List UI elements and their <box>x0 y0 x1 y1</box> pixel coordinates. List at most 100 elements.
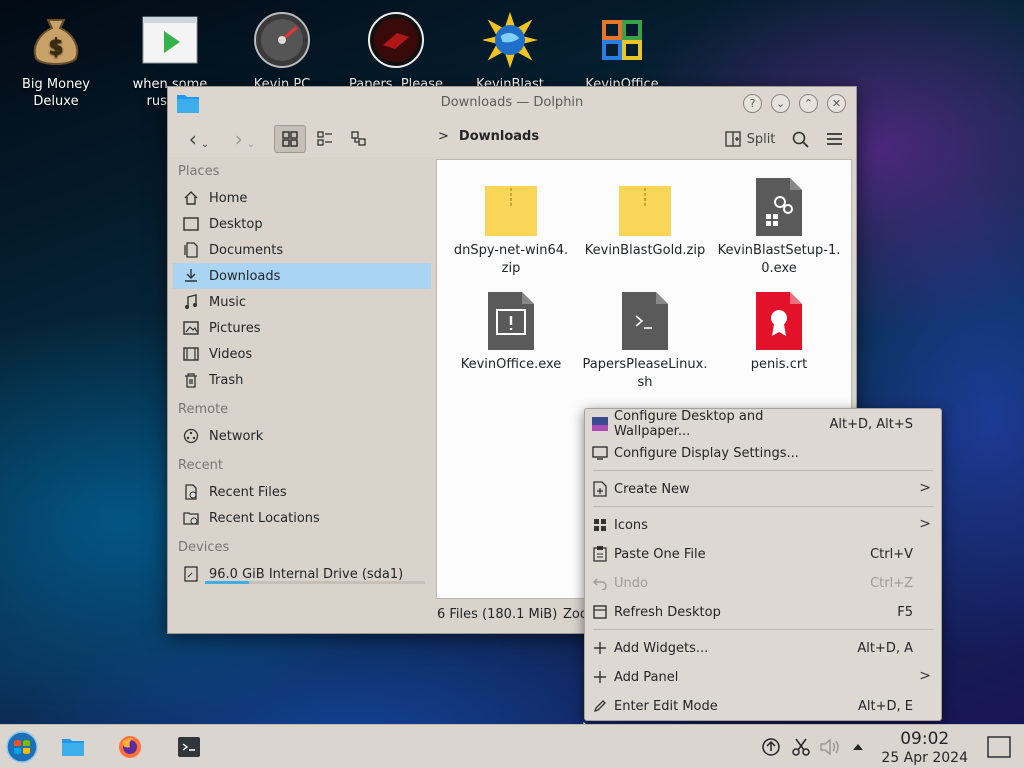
forward-arrow-icon: › <box>234 127 243 151</box>
menu-item-label: Paste One File <box>614 546 706 562</box>
start-menu-button[interactable] <box>6 731 38 763</box>
desktop-icon-kevinoffice[interactable]: KevinOffice <box>574 10 670 93</box>
file-name: KevinOffice.exe <box>460 357 562 372</box>
sidebar-item-trash[interactable]: Trash <box>173 367 431 393</box>
split-view-icon <box>724 131 741 147</box>
submenu-arrow-icon: > <box>919 668 931 684</box>
search-icon <box>792 131 809 148</box>
search-button[interactable] <box>786 125 814 153</box>
show-desktop-button[interactable] <box>984 732 1014 762</box>
close-button[interactable]: ✕ <box>827 94 846 113</box>
sidebar-item-label: Pictures <box>209 320 261 336</box>
chevron-down-icon: ⌄ <box>775 97 786 110</box>
tray-updates[interactable] <box>756 732 786 762</box>
music-icon <box>181 293 201 311</box>
new-document-icon <box>592 481 608 497</box>
window-titlebar[interactable]: Downloads — Dolphin ? ⌄ ⌃ ✕ <box>168 87 856 119</box>
taskbar-firefox[interactable] <box>115 732 145 762</box>
menu-item-shortcut: Ctrl+V <box>870 546 913 562</box>
sidebar-item-pictures[interactable]: Pictures <box>173 315 431 341</box>
minimize-button[interactable]: ⌄ <box>771 94 790 113</box>
pencil-icon <box>592 699 608 713</box>
hamburger-menu-button[interactable] <box>820 125 848 153</box>
sidebar-item-recent-locations[interactable]: Recent Locations <box>173 505 431 531</box>
details-view-button[interactable] <box>344 125 374 153</box>
compact-view-button[interactable] <box>310 125 340 153</box>
scissors-icon <box>792 738 810 756</box>
split-button[interactable]: Split <box>720 125 780 153</box>
file-item[interactable]: KevinBlastSetup-1. 0.exe <box>711 172 847 278</box>
forward-button[interactable]: › ⌄ <box>226 125 264 153</box>
menu-separator <box>593 470 933 471</box>
sidebar-item-label: Recent Files <box>209 484 287 500</box>
taskbar-terminal[interactable] <box>174 732 204 762</box>
sidebar-item-label: Desktop <box>209 216 263 232</box>
file-item[interactable]: KevinOffice.exe <box>443 286 579 374</box>
tray-volume[interactable] <box>815 732 845 762</box>
digital-clock[interactable]: 09:02 25 Apr 2024 <box>881 730 968 767</box>
back-button[interactable]: ‹ ⌄ <box>180 125 218 153</box>
file-item[interactable]: PapersPleaseLinux. sh <box>577 286 713 392</box>
home-icon <box>181 189 201 207</box>
file-item[interactable]: KevinBlastGold.zip <box>577 180 713 260</box>
compact-view-icon <box>317 131 332 146</box>
menu-item-configure-desktop[interactable]: Configure Desktop and Wallpaper... Alt+D… <box>585 409 941 439</box>
menu-item-undo[interactable]: Undo Ctrl+Z <box>585 569 941 597</box>
sidebar-item-home[interactable]: Home <box>173 185 431 211</box>
icons-view-button[interactable] <box>274 125 306 153</box>
sidebar-item-label: Home <box>209 190 248 206</box>
sidebar-item-recent-files[interactable]: Recent Files <box>173 479 431 505</box>
menu-item-label: Create New <box>614 481 690 497</box>
submenu-arrow-icon: > <box>919 480 931 496</box>
sidebar-item-music[interactable]: Music <box>173 289 431 315</box>
menu-item-shortcut: F5 <box>897 604 913 620</box>
sidebar-item-label: 96.0 GiB Internal Drive (sda1) <box>209 566 404 582</box>
sidebar-item-downloads[interactable]: Downloads <box>173 263 431 289</box>
menu-item-refresh[interactable]: Refresh Desktop F5 <box>585 598 941 626</box>
menu-item-label: Undo <box>614 575 648 591</box>
sidebar-item-label: Documents <box>209 242 284 258</box>
sidebar-item-internal-drive[interactable]: 96.0 GiB Internal Drive (sda1) <box>173 561 431 587</box>
desktop-icon-big-money-deluxe[interactable]: $ Big Money Deluxe <box>8 10 104 110</box>
menu-item-paste[interactable]: Paste One File Ctrl+V <box>585 540 941 568</box>
chevron-down-icon: ⌄ <box>200 138 210 150</box>
tray-expand[interactable] <box>843 732 873 762</box>
grid-view-icon <box>282 131 298 147</box>
desktop-icon-kevin-pc[interactable]: Kevin PC <box>234 10 330 93</box>
sidebar-item-label: Music <box>209 294 246 310</box>
desktop-icon-kevinblast[interactable]: KevinBlast <box>462 10 558 93</box>
sidebar-item-network[interactable]: Network <box>173 423 431 449</box>
sidebar-item-documents[interactable]: Documents <box>173 237 431 263</box>
menu-item-configure-display[interactable]: Configure Display Settings... <box>585 439 941 467</box>
maximize-button[interactable]: ⌃ <box>799 94 818 113</box>
tray-clipboard[interactable] <box>786 732 816 762</box>
menu-item-icons[interactable]: Icons > <box>585 511 941 539</box>
taskbar-file-manager[interactable] <box>58 732 88 762</box>
breadcrumb[interactable]: > Downloads <box>438 129 539 144</box>
undo-icon <box>592 576 608 590</box>
split-label: Split <box>746 131 776 147</box>
menu-item-edit-mode[interactable]: Enter Edit Mode Alt+D, E <box>585 692 941 720</box>
folder-icon <box>62 739 84 756</box>
file-name: KevinBlastGold.zip <box>584 243 706 258</box>
main-toolbar: ‹ ⌄ › ⌄ > Downloads Split <box>168 119 856 157</box>
sidebar-item-videos[interactable]: Videos <box>173 341 431 367</box>
back-arrow-icon: ‹ <box>188 127 197 151</box>
file-item[interactable]: dnSpy-net-win64. zip <box>443 180 579 278</box>
desktop-icon-papers-please[interactable]: Papers, Please <box>348 10 444 93</box>
speaker-muted-icon <box>820 738 839 756</box>
menu-item-add-panel[interactable]: Add Panel > <box>585 663 941 691</box>
chevron-down-icon: ⌄ <box>246 138 256 150</box>
menu-item-shortcut: Ctrl+Z <box>870 575 913 591</box>
desktop-icon <box>181 215 201 233</box>
menu-item-create-new[interactable]: Create New > <box>585 475 941 503</box>
firefox-icon <box>119 736 141 758</box>
menu-item-add-widgets[interactable]: Add Widgets... Alt+D, A <box>585 634 941 662</box>
help-icon: ? <box>749 97 756 110</box>
file-item[interactable]: penis.crt <box>711 286 847 374</box>
plus-icon <box>592 670 608 684</box>
chevron-up-icon: ⌃ <box>803 97 814 110</box>
help-button[interactable]: ? <box>743 94 762 113</box>
sidebar-item-desktop[interactable]: Desktop <box>173 211 431 237</box>
sidebar-item-label: Recent Locations <box>209 510 320 526</box>
